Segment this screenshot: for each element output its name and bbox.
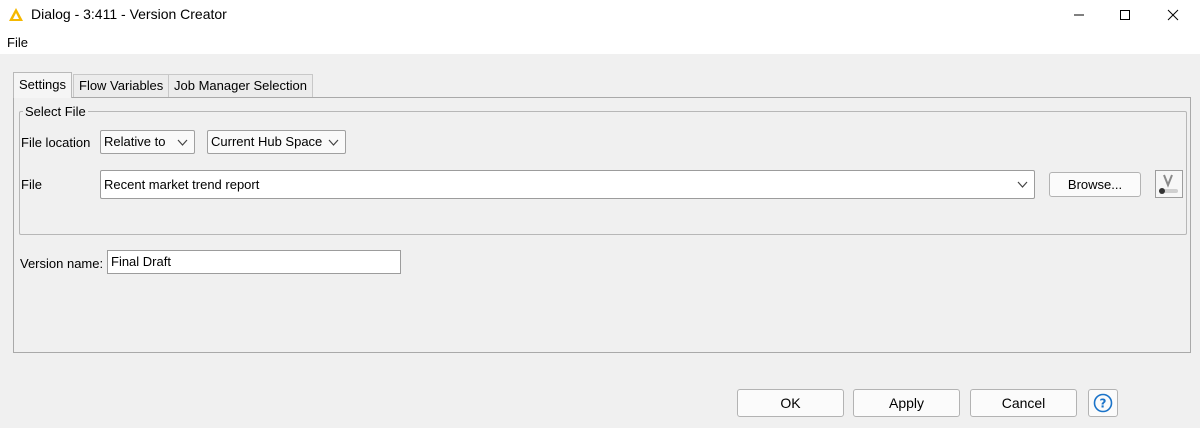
location-mode-value: Relative to bbox=[104, 134, 166, 149]
close-window-button[interactable] bbox=[1150, 0, 1196, 30]
file-path-combobox[interactable]: Recent market trend report bbox=[100, 170, 1035, 199]
close-icon bbox=[1167, 9, 1179, 21]
help-icon: ? bbox=[1093, 393, 1113, 413]
location-mode-dropdown[interactable]: Relative to bbox=[100, 130, 195, 154]
chevron-down-icon bbox=[177, 139, 188, 146]
apply-button[interactable]: Apply bbox=[853, 389, 960, 417]
minimize-button[interactable] bbox=[1056, 0, 1102, 30]
flow-variable-button[interactable] bbox=[1155, 170, 1183, 198]
location-target-dropdown[interactable]: Current Hub Space bbox=[207, 130, 346, 154]
flow-variable-icon bbox=[1159, 174, 1178, 194]
file-label: File bbox=[21, 177, 42, 192]
ok-button[interactable]: OK bbox=[737, 389, 844, 417]
svg-text:?: ? bbox=[1100, 397, 1107, 411]
cancel-button[interactable]: Cancel bbox=[970, 389, 1077, 417]
menu-bar: File bbox=[0, 30, 1200, 54]
title-bar: Dialog - 3:411 - Version Creator bbox=[0, 0, 1200, 30]
file-location-label: File location bbox=[21, 135, 91, 150]
menu-file[interactable]: File bbox=[7, 35, 28, 50]
location-target-value: Current Hub Space bbox=[211, 134, 323, 149]
chevron-down-icon bbox=[1017, 181, 1028, 188]
chevron-down-icon bbox=[328, 139, 339, 146]
select-file-title: Select File bbox=[23, 104, 88, 119]
help-button[interactable]: ? bbox=[1088, 389, 1118, 417]
browse-button[interactable]: Browse... bbox=[1049, 172, 1141, 197]
version-name-label: Version name: bbox=[20, 256, 104, 271]
maximize-icon bbox=[1120, 10, 1130, 20]
app-triangle-icon bbox=[8, 7, 24, 23]
tab-flow-variables[interactable]: Flow Variables bbox=[73, 74, 170, 97]
tab-job-manager-selection[interactable]: Job Manager Selection bbox=[168, 74, 313, 97]
tab-settings[interactable]: Settings bbox=[13, 72, 72, 98]
minimize-icon bbox=[1074, 14, 1084, 16]
window-title: Dialog - 3:411 - Version Creator bbox=[31, 6, 227, 22]
version-name-input[interactable]: Final Draft bbox=[107, 250, 401, 274]
maximize-button[interactable] bbox=[1102, 0, 1148, 30]
file-path-value: Recent market trend report bbox=[104, 177, 260, 192]
